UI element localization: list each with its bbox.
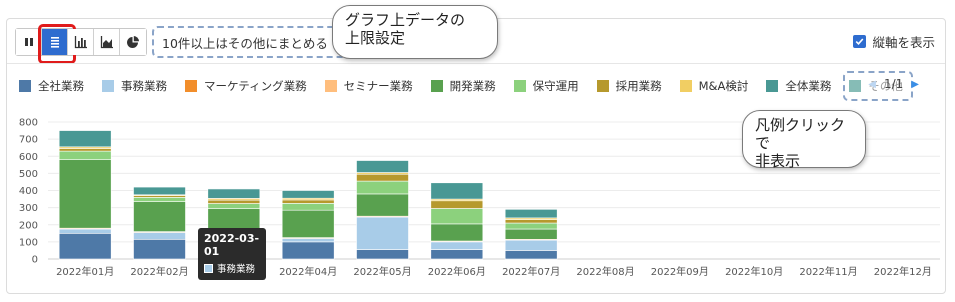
bar-segment xyxy=(133,239,186,260)
bar-segment xyxy=(281,203,335,211)
bar-segment xyxy=(356,173,409,182)
bar-segment xyxy=(281,238,335,243)
x-tick-label: 2022年07月 xyxy=(502,265,560,278)
y-tick-label: 100 xyxy=(19,237,38,248)
bar-segment xyxy=(430,223,484,242)
bar-segment xyxy=(504,222,558,230)
x-tick-label: 2022年04月 xyxy=(279,265,337,278)
y-tick-label: 400 xyxy=(19,186,38,197)
bar-segment xyxy=(430,200,484,209)
bar-segment xyxy=(133,197,186,202)
tooltip-value: 84.00 xyxy=(204,279,239,292)
bar-segment xyxy=(207,188,261,199)
bar-segment xyxy=(356,216,409,250)
bar-segment xyxy=(207,199,261,204)
x-tick-label: 2022年08月 xyxy=(576,265,634,278)
y-tick-label: 0 xyxy=(32,255,38,266)
x-tick-label: 2022年06月 xyxy=(428,265,486,278)
y-tick-label: 200 xyxy=(19,220,38,231)
tooltip-series-row: 事務業務 xyxy=(204,261,260,275)
bar-segment xyxy=(504,239,558,251)
bar-segment xyxy=(356,193,409,217)
bar-segment xyxy=(281,241,335,260)
bar-segment xyxy=(356,249,409,260)
tooltip-series: 事務業務 xyxy=(217,264,256,275)
bar-segment xyxy=(430,208,484,225)
bar-segment xyxy=(430,241,484,250)
bar-segment xyxy=(281,199,335,204)
x-tick-label: 2022年10月 xyxy=(725,265,783,278)
x-tick-label: 2022年02月 xyxy=(130,265,188,278)
bar-segment xyxy=(281,209,335,238)
data-limit-callout: グラフ上データの 上限設定 xyxy=(332,5,498,59)
callout-line: 上限設定 xyxy=(345,29,406,47)
bar-segment xyxy=(207,203,261,209)
bar-segment xyxy=(133,186,186,196)
y-tick-label: 800 xyxy=(19,118,38,129)
bar-segment xyxy=(356,180,409,195)
bar-segment xyxy=(58,130,112,148)
callout-line: グラフ上データの xyxy=(345,11,466,29)
callout-line: 凡例クリックで xyxy=(755,116,846,152)
x-tick-label: 2022年01月 xyxy=(56,265,114,278)
bar-segment xyxy=(58,148,112,152)
bar-segment xyxy=(281,190,335,199)
bar-segment xyxy=(58,159,112,229)
bar-segment xyxy=(58,150,112,160)
bar-segment xyxy=(430,249,484,260)
bar-segment xyxy=(504,250,558,260)
bar-segment xyxy=(133,201,186,232)
y-tick-label: 600 xyxy=(19,152,38,163)
x-tick-label: 2022年11月 xyxy=(799,265,857,278)
y-tick-label: 700 xyxy=(19,135,38,146)
tooltip-swatch xyxy=(204,263,213,273)
legend-callout: 凡例クリックで 非表示 xyxy=(742,110,866,170)
bar-segment xyxy=(504,228,558,240)
bar-segment xyxy=(356,160,409,173)
callout-line: 非表示 xyxy=(755,152,801,170)
y-tick-label: 500 xyxy=(19,169,38,180)
bar-segment xyxy=(504,219,558,224)
x-tick-label: 2022年12月 xyxy=(874,265,932,278)
y-tick-label: 300 xyxy=(19,203,38,214)
tooltip-date: 2022-03-01 xyxy=(204,232,260,258)
bar-tooltip: 2022-03-01 事務業務 84.00 xyxy=(198,228,266,292)
bar-segment xyxy=(133,232,186,240)
bar-segment xyxy=(58,233,112,260)
bar-segment xyxy=(430,182,484,200)
x-tick-label: 2022年05月 xyxy=(353,265,411,278)
bar-segment xyxy=(58,228,112,234)
bar-segment xyxy=(504,209,558,219)
x-tick-label: 2022年09月 xyxy=(651,265,709,278)
